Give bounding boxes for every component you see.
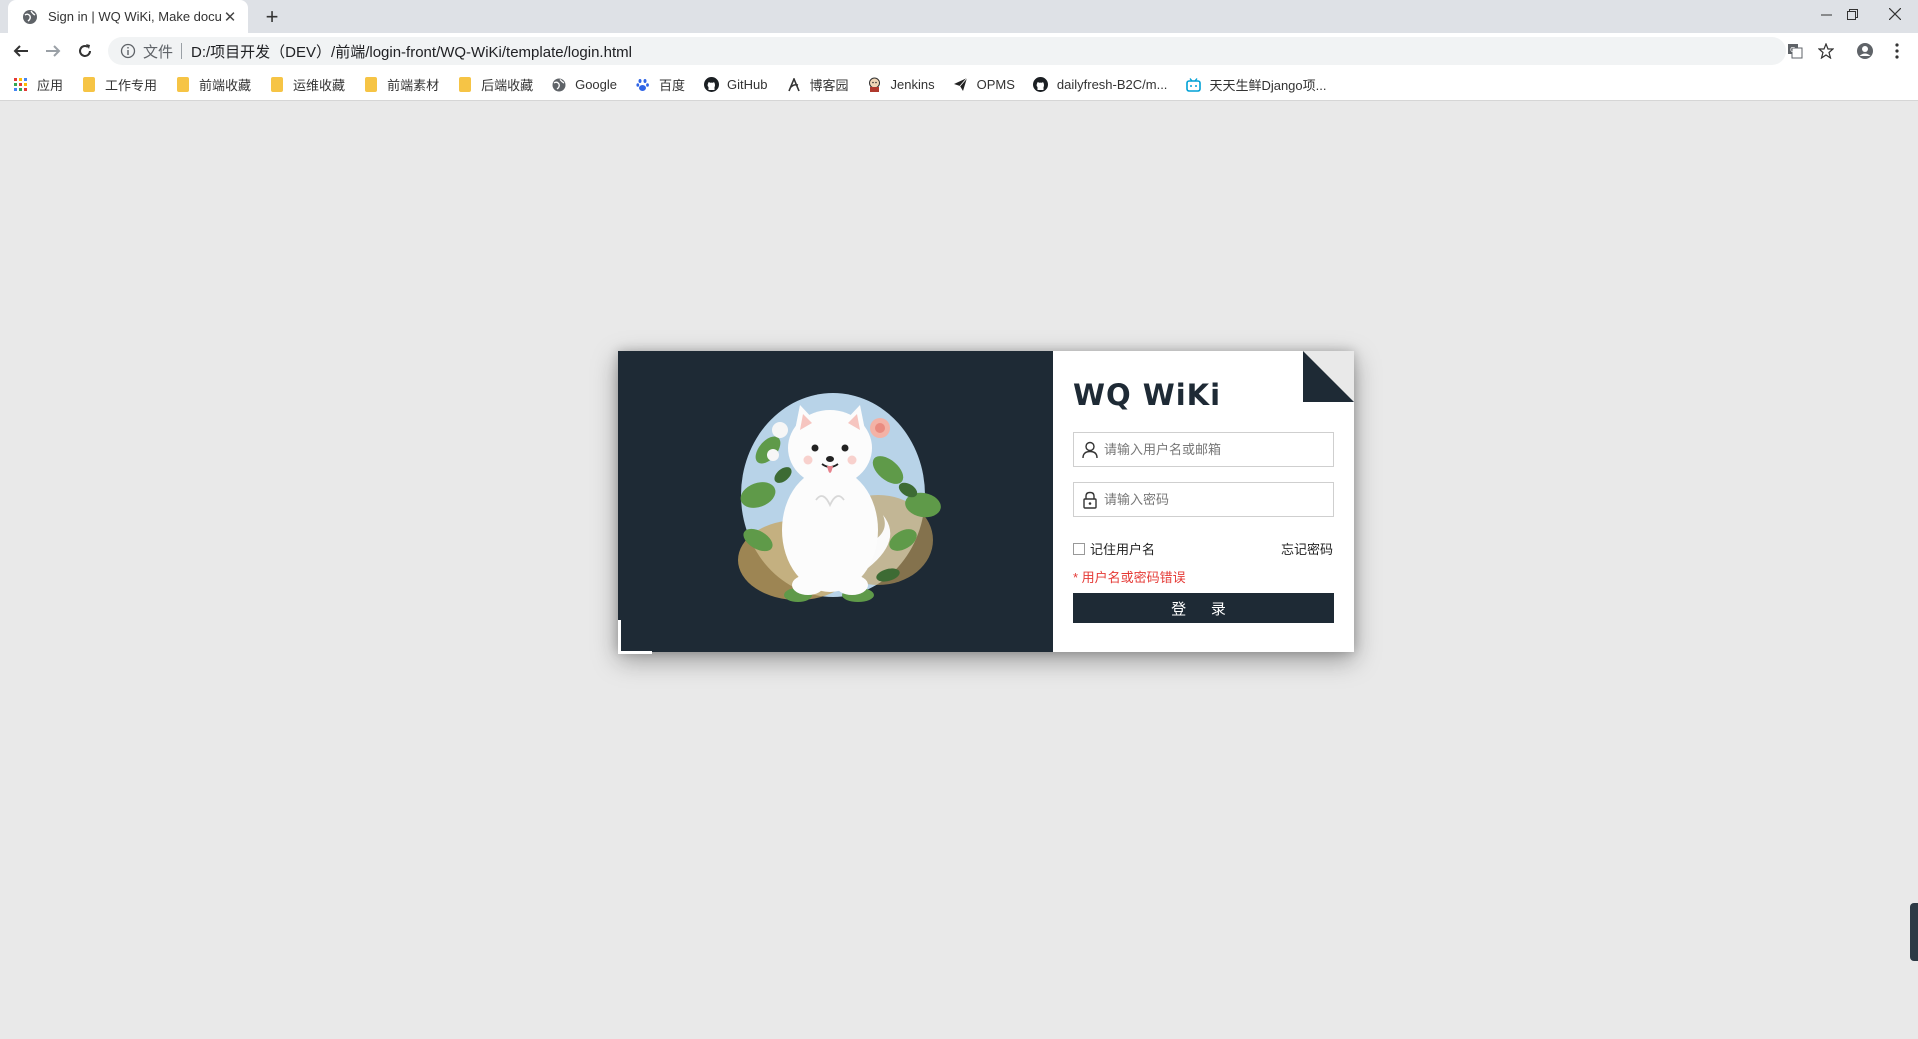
browser-tab[interactable]: Sign in | WQ WiKi, Make docum ✕ [8,0,248,33]
globe-icon [551,77,567,93]
bilibili-icon [1185,77,1201,93]
bookmark-label: 百度 [659,78,686,93]
cnblogs-icon [786,77,802,93]
folder-icon [81,77,97,93]
lock-icon [1083,491,1097,509]
remember-label: 记住用户名 [1090,542,1156,557]
account-icon [1857,43,1873,59]
info-icon [120,43,136,59]
close-window-button[interactable] [1872,0,1918,28]
restore-icon [1846,8,1858,20]
bookmark-baidu[interactable]: 百度 [635,75,685,94]
bookmark-jenkins[interactable]: Jenkins [867,77,935,93]
back-button[interactable] [9,39,33,63]
bookmark-label: 天天生鲜Django项... [1209,78,1327,93]
samoyed-illustration [738,393,941,602]
paper-plane-icon [953,77,969,93]
bookmark-folder-assets[interactable]: 前端素材 [363,75,439,94]
bookmark-label: 前端素材 [387,78,440,93]
reload-icon [79,44,91,57]
error-message: * 用户名或密码错误 [1073,570,1186,585]
close-tab-icon[interactable]: ✕ [222,9,238,26]
github-icon [1033,77,1049,93]
bookmark-apps[interactable]: 应用 [13,75,63,94]
forward-button[interactable] [41,39,65,63]
svg-text:G: G [1790,46,1795,54]
bookmark-label: Jenkins [890,77,935,92]
bookmark-label: 运维收藏 [293,78,346,93]
new-tab-button[interactable]: + [260,4,284,29]
arrow-right-icon [46,45,61,57]
restore-button[interactable] [1829,0,1875,28]
brand-logo: WQ WiKi [1073,378,1222,412]
bookmark-folder-work[interactable]: 工作专用 [81,75,157,94]
login-button[interactable]: 登 录 [1073,593,1334,623]
bookmark-folder-backend[interactable]: 后端收藏 [457,75,533,94]
apps-grid-icon [13,77,29,93]
github-icon [703,77,719,93]
bookmark-label: 博客园 [809,78,849,93]
bookmark-label: 工作专用 [105,78,158,93]
url-protocol: 文件 [143,43,174,61]
arrow-left-icon [13,45,28,57]
password-field[interactable] [1073,482,1334,517]
profile-button[interactable] [1853,39,1877,63]
url-separator [181,43,183,59]
reload-button[interactable] [73,39,97,63]
bookmark-tiantian[interactable]: 天天生鲜Django项... [1185,75,1326,94]
bookmark-opms[interactable]: OPMS [953,77,1015,93]
bookmark-label: Google [575,77,618,92]
translate-icon: G [1788,44,1803,59]
username-field[interactable] [1073,432,1334,467]
bookmarks-bar: 应用 工作专用 前端收藏 运维收藏 前端素材 后端收藏 Google 百度 Gi… [0,69,1918,101]
forgot-password-link[interactable]: 忘记密码 [1281,539,1333,558]
folder-icon [457,77,473,93]
bookmark-label: dailyfresh-B2C/m... [1056,77,1168,92]
address-bar[interactable]: 文件 D:/项目开发（DEV）/前端/login-front/WQ-WiKi/t… [108,37,1786,65]
folder-icon [363,77,379,93]
tab-title: Sign in | WQ WiKi, Make docum [48,9,222,24]
bookmark-label: 应用 [37,78,64,93]
username-input[interactable] [1104,442,1324,457]
bookmark-google[interactable]: Google [551,77,617,93]
baidu-paw-icon [635,77,651,93]
bookmark-label: GitHub [727,77,768,92]
browser-toolbar: 文件 D:/项目开发（DEV）/前端/login-front/WQ-WiKi/t… [0,33,1918,69]
password-input[interactable] [1104,492,1324,507]
remember-username[interactable]: 记住用户名 [1073,539,1155,558]
translate-button[interactable]: G [1783,39,1807,63]
side-panel-handle[interactable] [1910,903,1918,961]
close-icon [1889,8,1901,20]
jenkins-icon [867,77,883,93]
bookmark-github[interactable]: GitHub [703,77,768,93]
corner-bracket [618,620,652,654]
url-text: D:/项目开发（DEV）/前端/login-front/WQ-WiKi/temp… [191,43,632,61]
folder-icon [269,77,285,93]
bookmark-label: 后端收藏 [481,78,534,93]
globe-icon [23,9,37,24]
user-icon [1082,441,1098,458]
more-vert-icon [1895,43,1899,59]
bookmark-folder-frontend[interactable]: 前端收藏 [175,75,251,94]
menu-button[interactable] [1885,39,1909,63]
bookmark-label: OPMS [976,77,1015,92]
bookmark-dailyfresh[interactable]: dailyfresh-B2C/m... [1033,77,1168,93]
folder-icon [175,77,191,93]
remember-checkbox[interactable] [1073,542,1085,555]
tab-strip: Sign in | WQ WiKi, Make docum ✕ + [0,0,1918,33]
bookmark-cnblogs[interactable]: 博客园 [786,75,849,94]
bookmark-label: 前端收藏 [199,78,252,93]
bookmark-star-button[interactable] [1814,39,1838,63]
star-icon [1818,43,1834,59]
bookmark-folder-ops[interactable]: 运维收藏 [269,75,345,94]
